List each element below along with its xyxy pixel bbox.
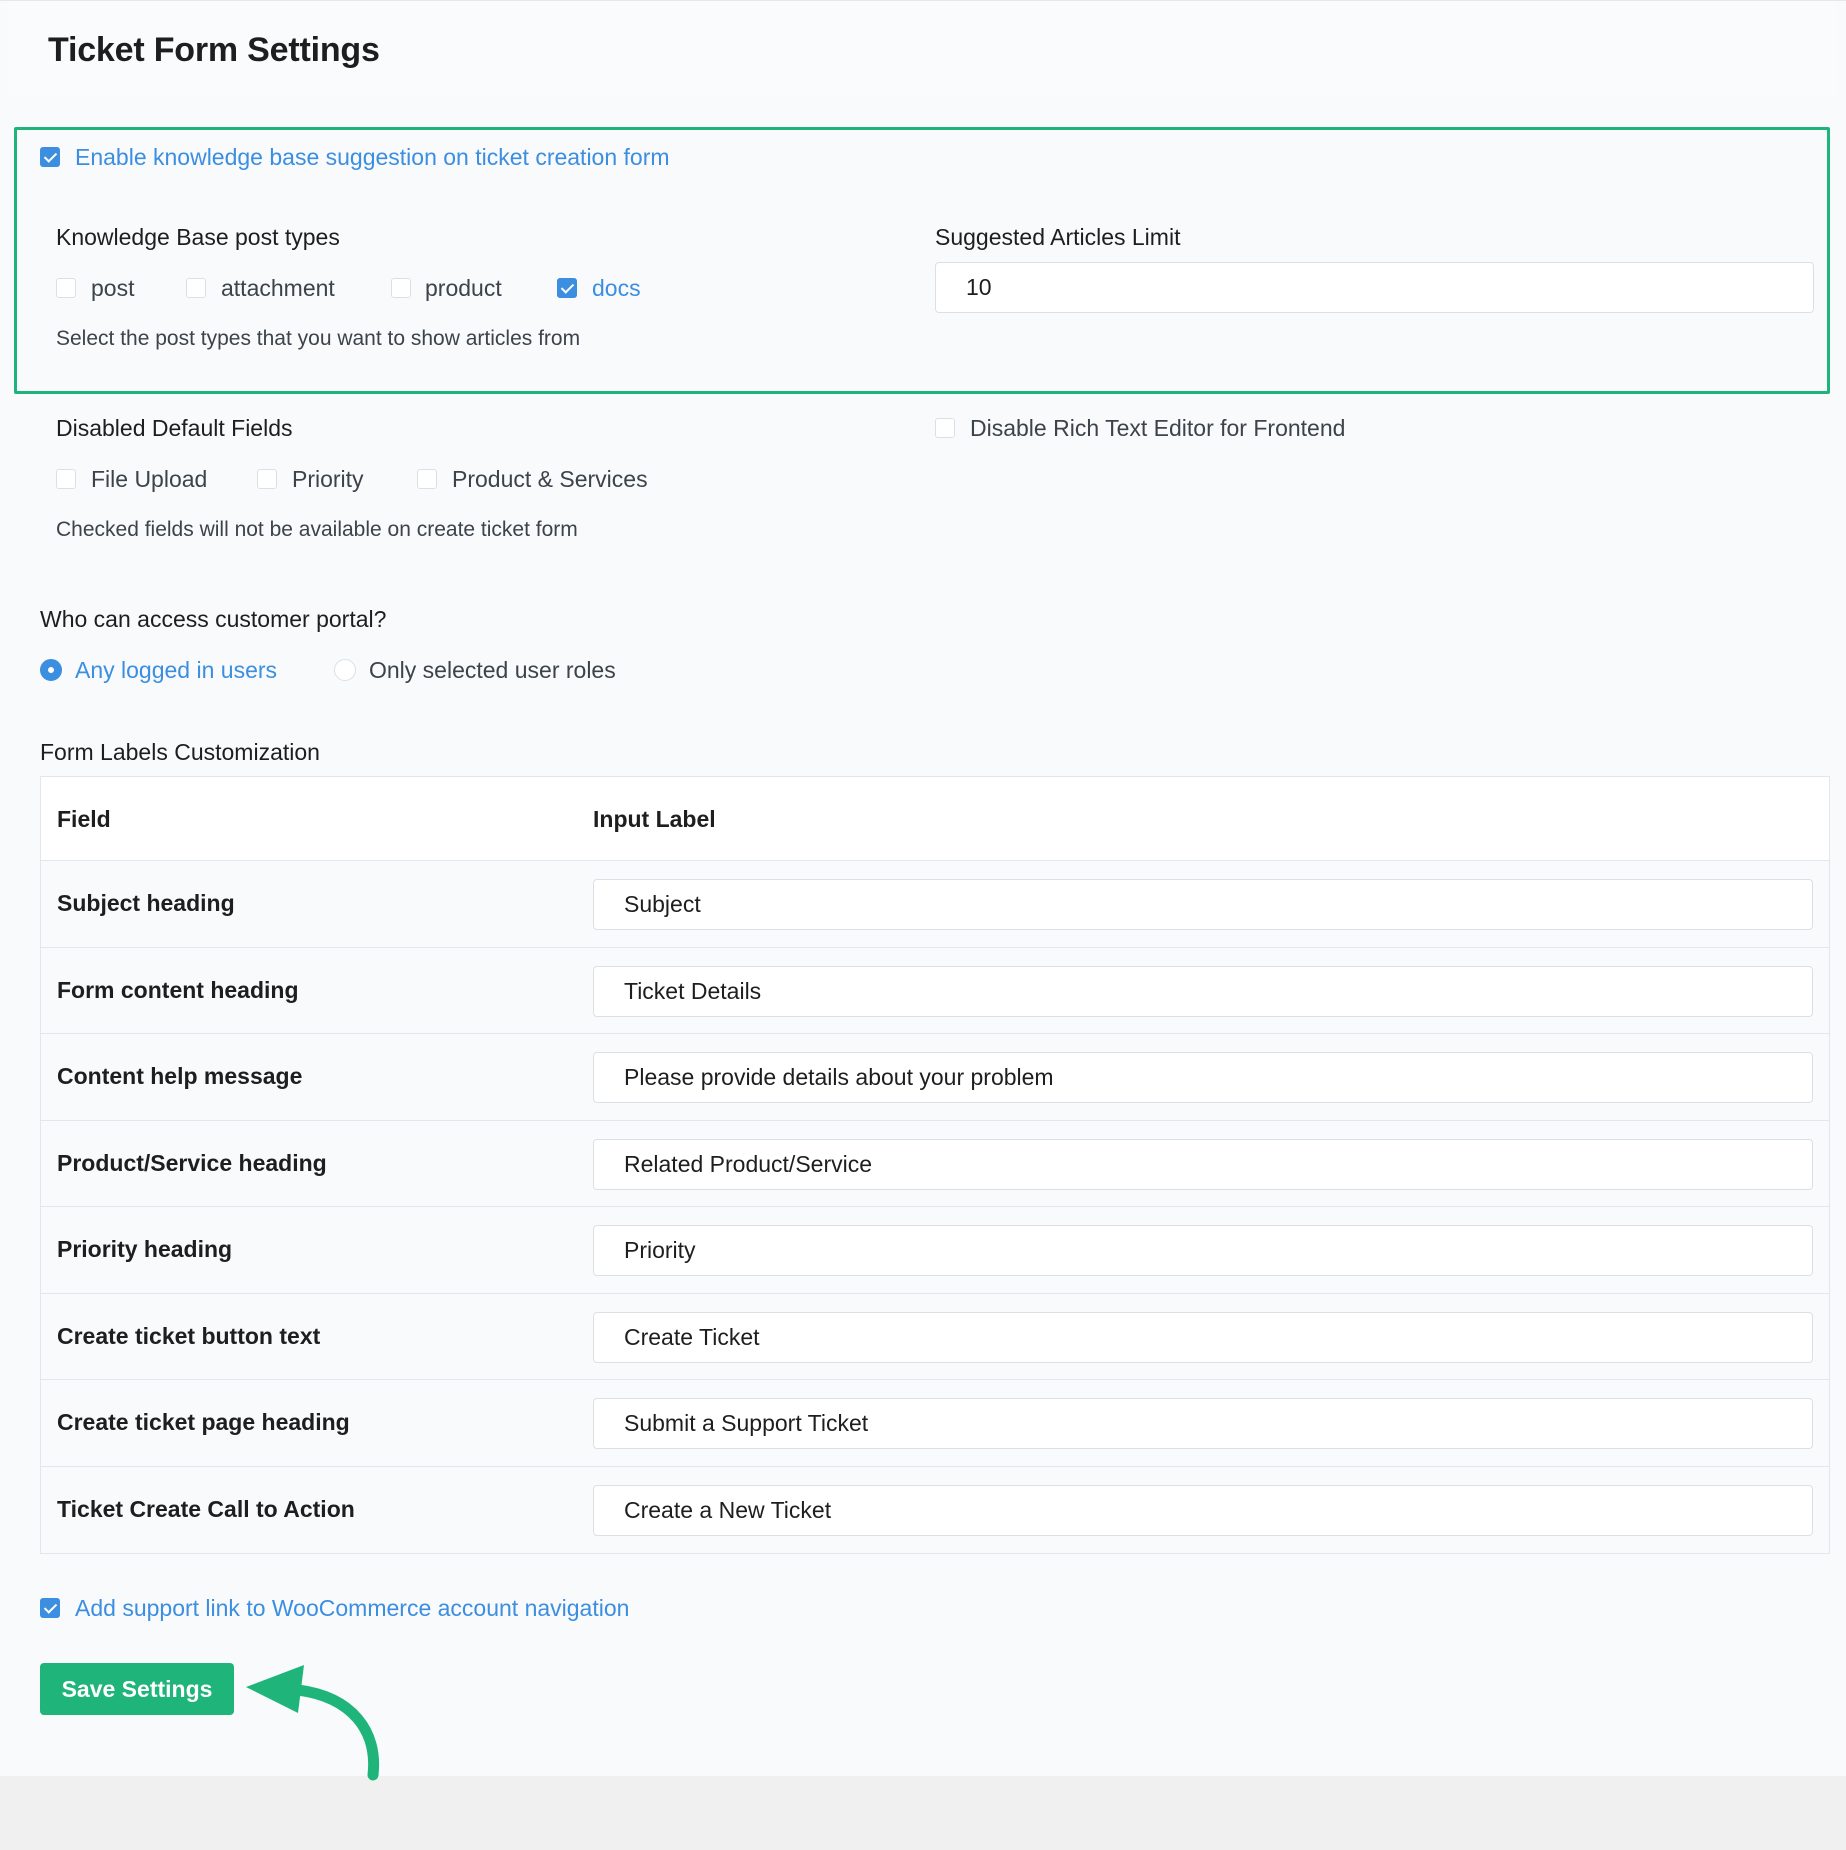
- subject-heading-input[interactable]: [593, 879, 1813, 930]
- row-field-label: Content help message: [57, 1063, 303, 1089]
- disable-product-services-label[interactable]: Product & Services: [452, 466, 648, 493]
- portal-selected-roles-label[interactable]: Only selected user roles: [369, 657, 616, 684]
- woocommerce-link-checkbox[interactable]: [40, 1598, 60, 1618]
- row-field-label: Subject heading: [57, 890, 235, 916]
- col-field-header: Field: [57, 806, 111, 832]
- woocommerce-link-label[interactable]: Add support link to WooCommerce account …: [75, 1595, 629, 1622]
- form-labels-table: Field Input Label Subject heading Form c…: [40, 776, 1830, 1554]
- product-service-heading-input[interactable]: [593, 1138, 1813, 1190]
- disable-product-services-checkbox[interactable]: [417, 469, 437, 489]
- disabled-fields-label: Disabled Default Fields: [56, 415, 293, 441]
- create-ticket-page-heading-input[interactable]: [593, 1398, 1813, 1449]
- portal-selected-roles-radio[interactable]: [334, 659, 356, 681]
- table-row: Product/Service heading: [41, 1121, 1829, 1207]
- table-row: Ticket Create Call to Action: [41, 1467, 1829, 1554]
- ticket-create-cta-input[interactable]: [593, 1484, 1813, 1536]
- row-field-label: Create ticket button text: [57, 1322, 321, 1349]
- row-field-label: Form content heading: [57, 976, 299, 1003]
- disabled-fields-help: Checked fields will not be available on …: [56, 518, 578, 541]
- kb-post-types-label: Knowledge Base post types: [56, 224, 340, 250]
- content-help-message-input[interactable]: [593, 1052, 1813, 1103]
- post-type-attachment-checkbox[interactable]: [186, 278, 206, 298]
- form-content-heading-input[interactable]: [593, 965, 1813, 1017]
- portal-any-logged-in-label[interactable]: Any logged in users: [75, 657, 277, 684]
- disable-priority-checkbox[interactable]: [257, 469, 277, 489]
- disable-rich-text-checkbox[interactable]: [935, 418, 955, 438]
- settings-panel: Ticket Form Settings Enable knowledge ba…: [0, 0, 1846, 1781]
- table-row: Subject heading: [41, 861, 1829, 948]
- row-field-label: Ticket Create Call to Action: [57, 1495, 355, 1522]
- page-title: Ticket Form Settings: [48, 31, 380, 69]
- table-row: Create ticket button text: [41, 1294, 1829, 1380]
- create-ticket-button-text-input[interactable]: [593, 1311, 1813, 1363]
- disable-priority-label[interactable]: Priority: [292, 466, 364, 493]
- post-type-post-label[interactable]: post: [91, 275, 134, 302]
- table-header: Field Input Label: [41, 777, 1829, 861]
- priority-heading-input[interactable]: [593, 1225, 1813, 1276]
- table-row: Create ticket page heading: [41, 1380, 1829, 1467]
- table-row: Content help message: [41, 1034, 1829, 1121]
- disable-rich-text-label[interactable]: Disable Rich Text Editor for Frontend: [970, 415, 1345, 442]
- disable-file-upload-checkbox[interactable]: [56, 469, 76, 489]
- row-field-label: Product/Service heading: [57, 1149, 327, 1176]
- post-type-attachment-label[interactable]: attachment: [221, 275, 335, 302]
- post-type-post-checkbox[interactable]: [56, 278, 76, 298]
- kb-enable-checkbox[interactable]: [40, 147, 60, 167]
- post-type-product-label[interactable]: product: [425, 275, 502, 302]
- arrow-pointer-icon: [246, 1665, 380, 1781]
- post-type-product-checkbox[interactable]: [391, 278, 411, 298]
- table-row: Form content heading: [41, 948, 1829, 1034]
- kb-enable-label[interactable]: Enable knowledge base suggestion on tick…: [75, 144, 670, 171]
- page-header: Ticket Form Settings: [8, 1, 1838, 96]
- col-input-label-header: Input Label: [593, 806, 716, 832]
- row-field-label: Priority heading: [57, 1236, 233, 1262]
- row-field-label: Create ticket page heading: [57, 1409, 350, 1435]
- save-settings-button[interactable]: Save Settings: [40, 1663, 234, 1715]
- post-type-docs-label[interactable]: docs: [592, 275, 641, 302]
- portal-access-question: Who can access customer portal?: [40, 606, 387, 632]
- post-type-docs-checkbox[interactable]: [557, 278, 577, 298]
- form-labels-title: Form Labels Customization: [40, 739, 320, 765]
- suggested-limit-label: Suggested Articles Limit: [935, 224, 1181, 250]
- disable-file-upload-label[interactable]: File Upload: [91, 466, 207, 493]
- portal-any-logged-in-radio[interactable]: [40, 659, 62, 681]
- table-row: Priority heading: [41, 1207, 1829, 1294]
- kb-post-types-help: Select the post types that you want to s…: [56, 327, 581, 350]
- suggested-limit-input[interactable]: [935, 262, 1814, 313]
